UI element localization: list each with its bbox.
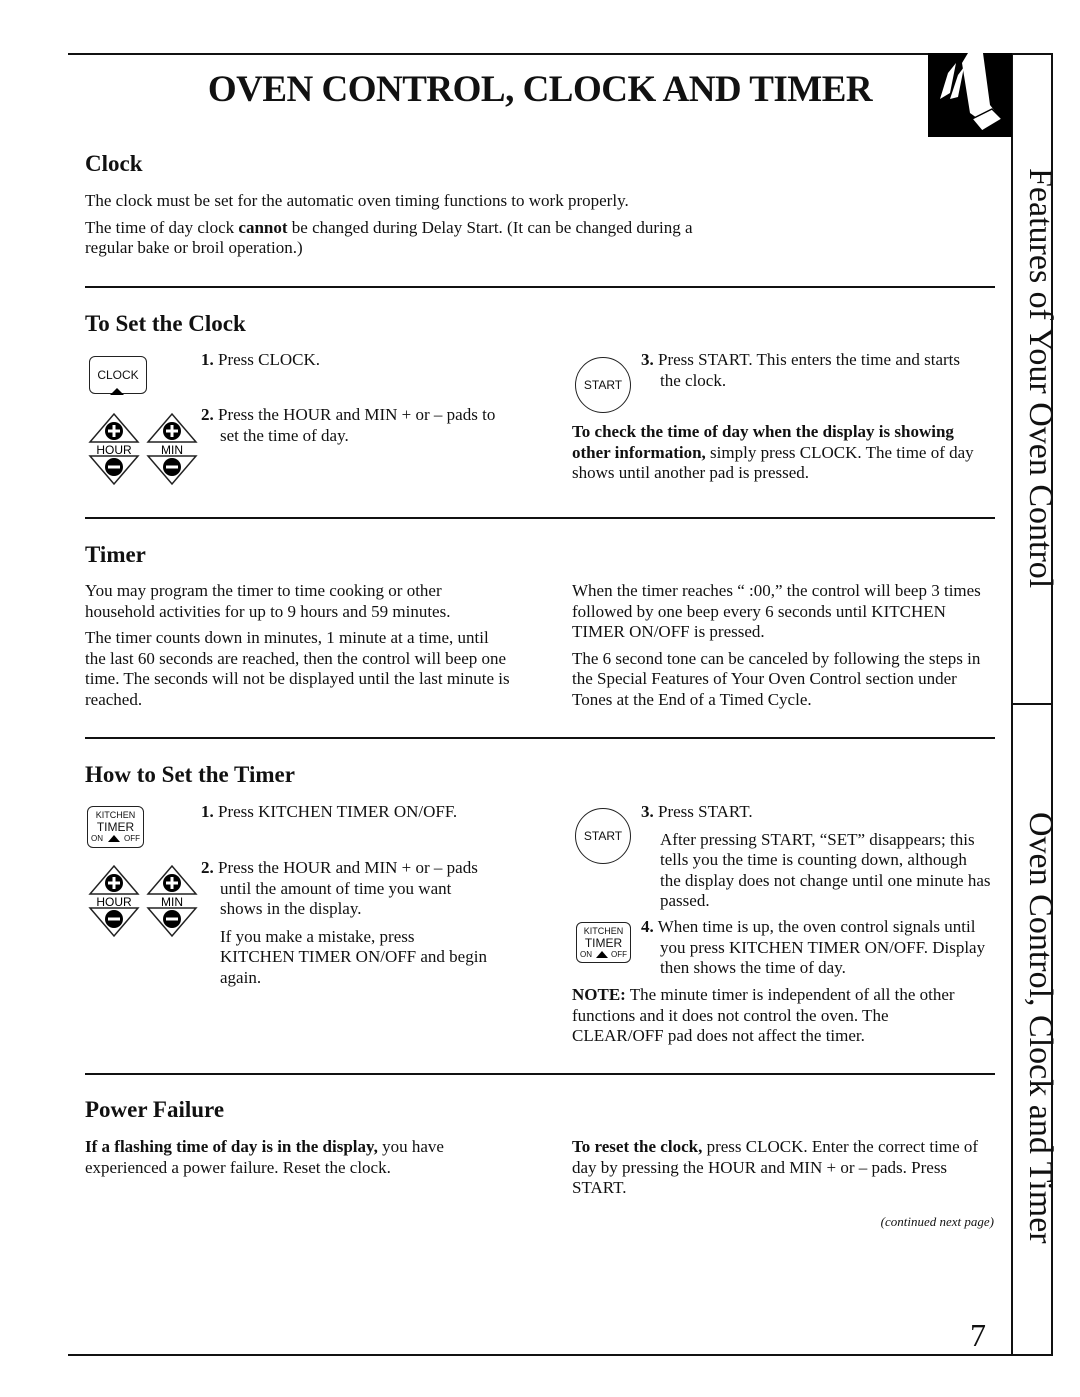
timer-step-1: 1. Press KITCHEN TIMER ON/OFF. [201,802,458,821]
sidebar-top-rule [1011,53,1053,55]
power-failure-heading: Power Failure [85,1097,225,1122]
timer-step-4: 4. When time is up, the oven control sig… [641,917,986,977]
sidebar-chapter-title: Oven Control, Clock and Timer [1022,812,1059,1244]
min-pad: MIN [146,864,198,938]
clock-text: The clock must be set for the automatic … [85,191,705,265]
clock-para: The clock must be set for the automatic … [85,191,629,210]
divider [85,737,995,739]
clock-step-2: 2. Press the HOUR and MIN + or – pads to… [201,405,496,445]
clock-heading: Clock [85,151,143,176]
top-rule [68,53,1012,55]
hour-min-pads: HOUR MIN [88,412,198,486]
set-clock-heading: To Set the Clock [85,311,246,336]
min-label: MIN [161,443,183,457]
hour-pad: HOUR [88,412,140,486]
page-title: OVEN CONTROL, CLOCK AND TIMER [207,69,873,110]
mistake-text: If you make a mistake, press KITCHEN TIM… [220,926,487,987]
kitchen-timer-pad: KITCHEN TIMER ON OFF [576,922,631,963]
hour-label: HOUR [96,443,132,457]
clock-step-3: 3. Press START. This enters the time and… [641,350,961,390]
power-failure-left: If a flashing time of day is in the disp… [85,1137,444,1177]
clock-para-2: The time of day clock cannot be changed … [85,217,693,258]
set-timer-heading: How to Set the Timer [85,762,295,787]
continued-note: (continued next page) [880,1214,994,1229]
svg-text:MIN: MIN [161,895,183,909]
divider [85,517,995,519]
timer-note: NOTE: The minute timer is independent of… [572,985,955,1045]
timer-step-3: 3. Press START. After pressing START, “SE… [641,802,991,910]
power-failure-right: To reset the clock, press CLOCK. Enter t… [572,1137,979,1197]
min-pad: MIN [146,412,198,486]
svg-text:HOUR: HOUR [96,895,132,909]
timer-heading: Timer [85,542,146,567]
check-time-text: To check the time of day when the displa… [572,422,974,482]
timer-step-2: 2. Press the HOUR and MIN + or – pads un… [201,858,491,988]
clock-step-1: 1. Press CLOCK. [201,350,321,369]
divider [85,286,995,288]
hour-min-pads: HOUR MIN [88,864,198,938]
start-pad: START [575,357,631,413]
hour-pad: HOUR [88,864,140,938]
bottom-rule [68,1354,1053,1356]
sidebar-divider [1011,703,1053,705]
page-number: 7 [970,1317,986,1353]
indicator-triangle-icon [110,388,124,395]
timer-left-text: You may program the timer to time cookin… [85,581,510,709]
manual-page: OVEN CONTROL, CLOCK AND TIMER Features o… [0,0,1080,1397]
start-pad: START [575,808,631,864]
timer-right-text: When the timer reaches “ :00,” the contr… [572,581,981,709]
kitchen-timer-pad: KITCHEN TIMER ON OFF [87,806,144,848]
divider [85,1073,995,1075]
sidebar-section-title: Features of Your Oven Control [1022,168,1059,589]
